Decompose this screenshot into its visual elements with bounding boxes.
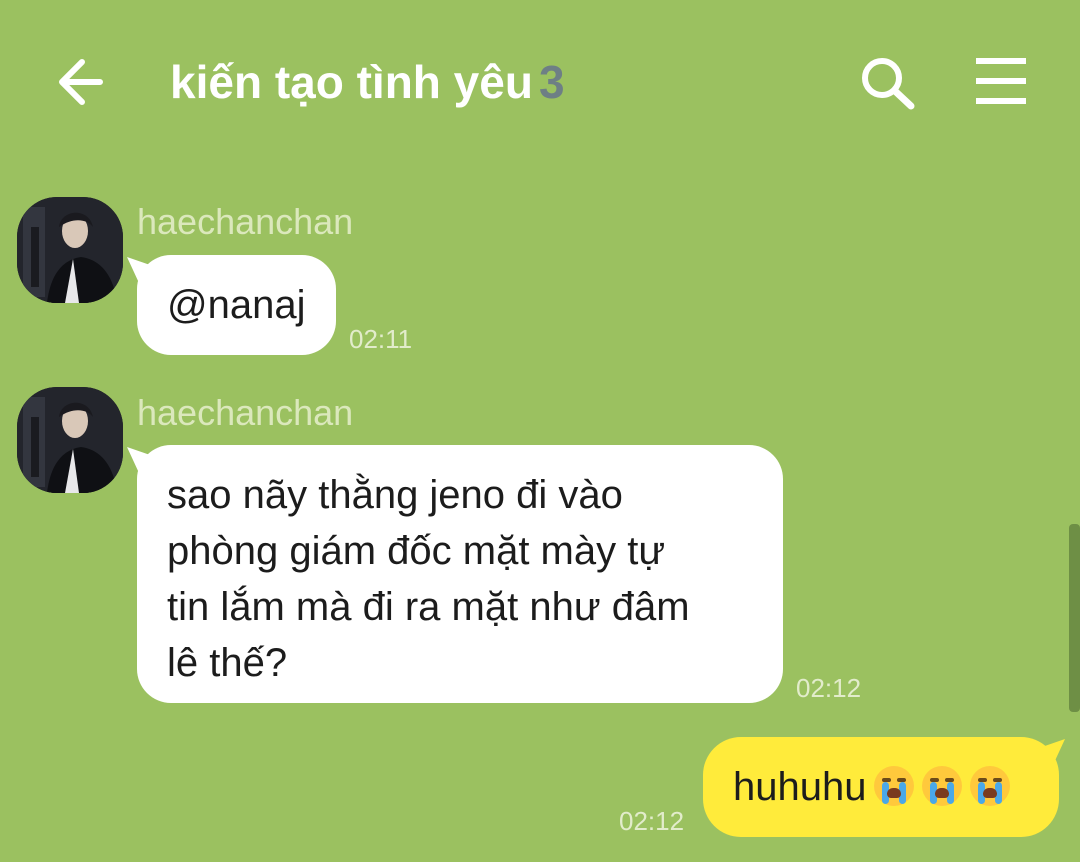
message-bubble[interactable]: @nanaj: [137, 255, 336, 355]
sender-name: haechanchan: [137, 201, 354, 242]
loudly-crying-face-icon: [970, 766, 1011, 806]
loudly-crying-face-icon: [874, 766, 915, 806]
chat-name: kiến tạo tình yêu: [170, 56, 533, 108]
sender-name: haechanchan: [137, 392, 354, 433]
chat-title: kiến tạo tình yêu 3: [170, 52, 565, 112]
avatar[interactable]: [17, 197, 123, 303]
chat-header: kiến tạo tình yêu 3: [0, 0, 1080, 165]
avatar[interactable]: [17, 387, 123, 493]
message-text: sao nãy thằng jeno đi vào phòng giám đốc…: [167, 473, 690, 685]
message-bubble[interactable]: sao nãy thằng jeno đi vào phòng giám đốc…: [137, 445, 783, 703]
message-time: 02:12: [796, 673, 862, 703]
member-count: 3: [538, 56, 565, 108]
scrollbar[interactable]: [1069, 524, 1080, 712]
loudly-crying-face-icon: [922, 766, 963, 806]
search-icon[interactable]: [858, 54, 918, 110]
message-text: @nanaj: [167, 283, 306, 327]
message-time: 02:12: [619, 806, 685, 836]
arrow-left-icon[interactable]: [52, 54, 112, 110]
message-text-content: huhuhu: [733, 765, 867, 809]
message-time: 02:11: [349, 324, 413, 354]
message-bubble-outgoing[interactable]: huhuhu: [703, 737, 1059, 837]
message-text: huhuhu: [733, 737, 1011, 837]
hamburger-menu-icon[interactable]: [972, 56, 1030, 106]
